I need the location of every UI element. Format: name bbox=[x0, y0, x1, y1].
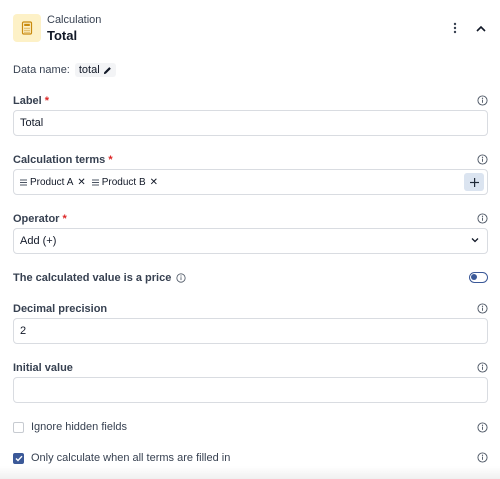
add-term-button[interactable] bbox=[464, 173, 484, 191]
block-header: Calculation Total bbox=[0, 0, 500, 58]
ignore-hidden-label: Ignore hidden fields bbox=[31, 421, 128, 433]
info-icon[interactable] bbox=[477, 303, 488, 314]
initial-field-label: Initial value bbox=[13, 362, 73, 374]
term-chip[interactable]: Product A ✕ bbox=[20, 177, 86, 188]
block-type-label: Calculation bbox=[47, 14, 102, 26]
required-marker: * bbox=[44, 95, 50, 107]
info-icon[interactable] bbox=[477, 452, 488, 463]
info-icon[interactable] bbox=[477, 95, 488, 106]
data-name-chip[interactable]: total bbox=[74, 63, 116, 77]
only-when-filled-label: Only calculate when all terms are filled… bbox=[31, 452, 231, 464]
data-name-row: Data name: total bbox=[13, 62, 116, 78]
initial-input[interactable] bbox=[13, 377, 488, 403]
bottom-shadow bbox=[0, 466, 500, 479]
chevron-down-icon bbox=[471, 238, 479, 243]
only-when-filled-row[interactable]: Only calculate when all terms are filled… bbox=[13, 452, 230, 464]
info-icon[interactable] bbox=[477, 422, 488, 433]
data-name-label: Data name: bbox=[13, 64, 70, 76]
decimal-input[interactable]: 2 bbox=[13, 318, 488, 344]
remove-chip-icon[interactable]: ✕ bbox=[150, 177, 158, 188]
label-input[interactable]: Total bbox=[13, 110, 488, 136]
required-marker: * bbox=[62, 213, 67, 225]
operator-field-label: Operator * bbox=[13, 213, 67, 225]
check-icon bbox=[15, 455, 23, 462]
terms-input[interactable]: Product A ✕ Product B ✕ bbox=[13, 169, 488, 195]
ignore-hidden-checkbox[interactable] bbox=[13, 421, 24, 433]
info-icon[interactable] bbox=[176, 273, 186, 283]
data-name-value: total bbox=[78, 64, 100, 76]
decimal-field-label: Decimal precision bbox=[13, 303, 108, 315]
list-icon bbox=[91, 179, 99, 185]
block-title: Total bbox=[47, 28, 78, 43]
more-options-icon[interactable] bbox=[448, 20, 462, 36]
info-icon[interactable] bbox=[477, 213, 488, 224]
pencil-icon bbox=[103, 66, 111, 74]
operator-select[interactable]: Add (+) bbox=[13, 228, 488, 254]
term-chip[interactable]: Product B ✕ bbox=[91, 177, 158, 188]
info-icon[interactable] bbox=[477, 362, 488, 373]
info-icon[interactable] bbox=[477, 154, 488, 165]
toggle-knob bbox=[471, 274, 477, 280]
plus-icon bbox=[469, 177, 479, 187]
remove-chip-icon[interactable]: ✕ bbox=[77, 177, 85, 188]
ignore-hidden-row[interactable]: Ignore hidden fields bbox=[13, 421, 127, 433]
terms-field-label: Calculation terms * bbox=[13, 154, 113, 166]
price-toggle-label: The calculated value is a price bbox=[13, 272, 186, 284]
price-toggle[interactable] bbox=[469, 272, 488, 283]
only-when-filled-checkbox[interactable] bbox=[13, 452, 24, 464]
collapse-chevron-icon[interactable] bbox=[473, 20, 489, 36]
label-field-label: Label * bbox=[13, 95, 50, 107]
required-marker: * bbox=[108, 154, 113, 166]
calculator-icon bbox=[13, 14, 41, 42]
list-icon bbox=[20, 179, 27, 185]
